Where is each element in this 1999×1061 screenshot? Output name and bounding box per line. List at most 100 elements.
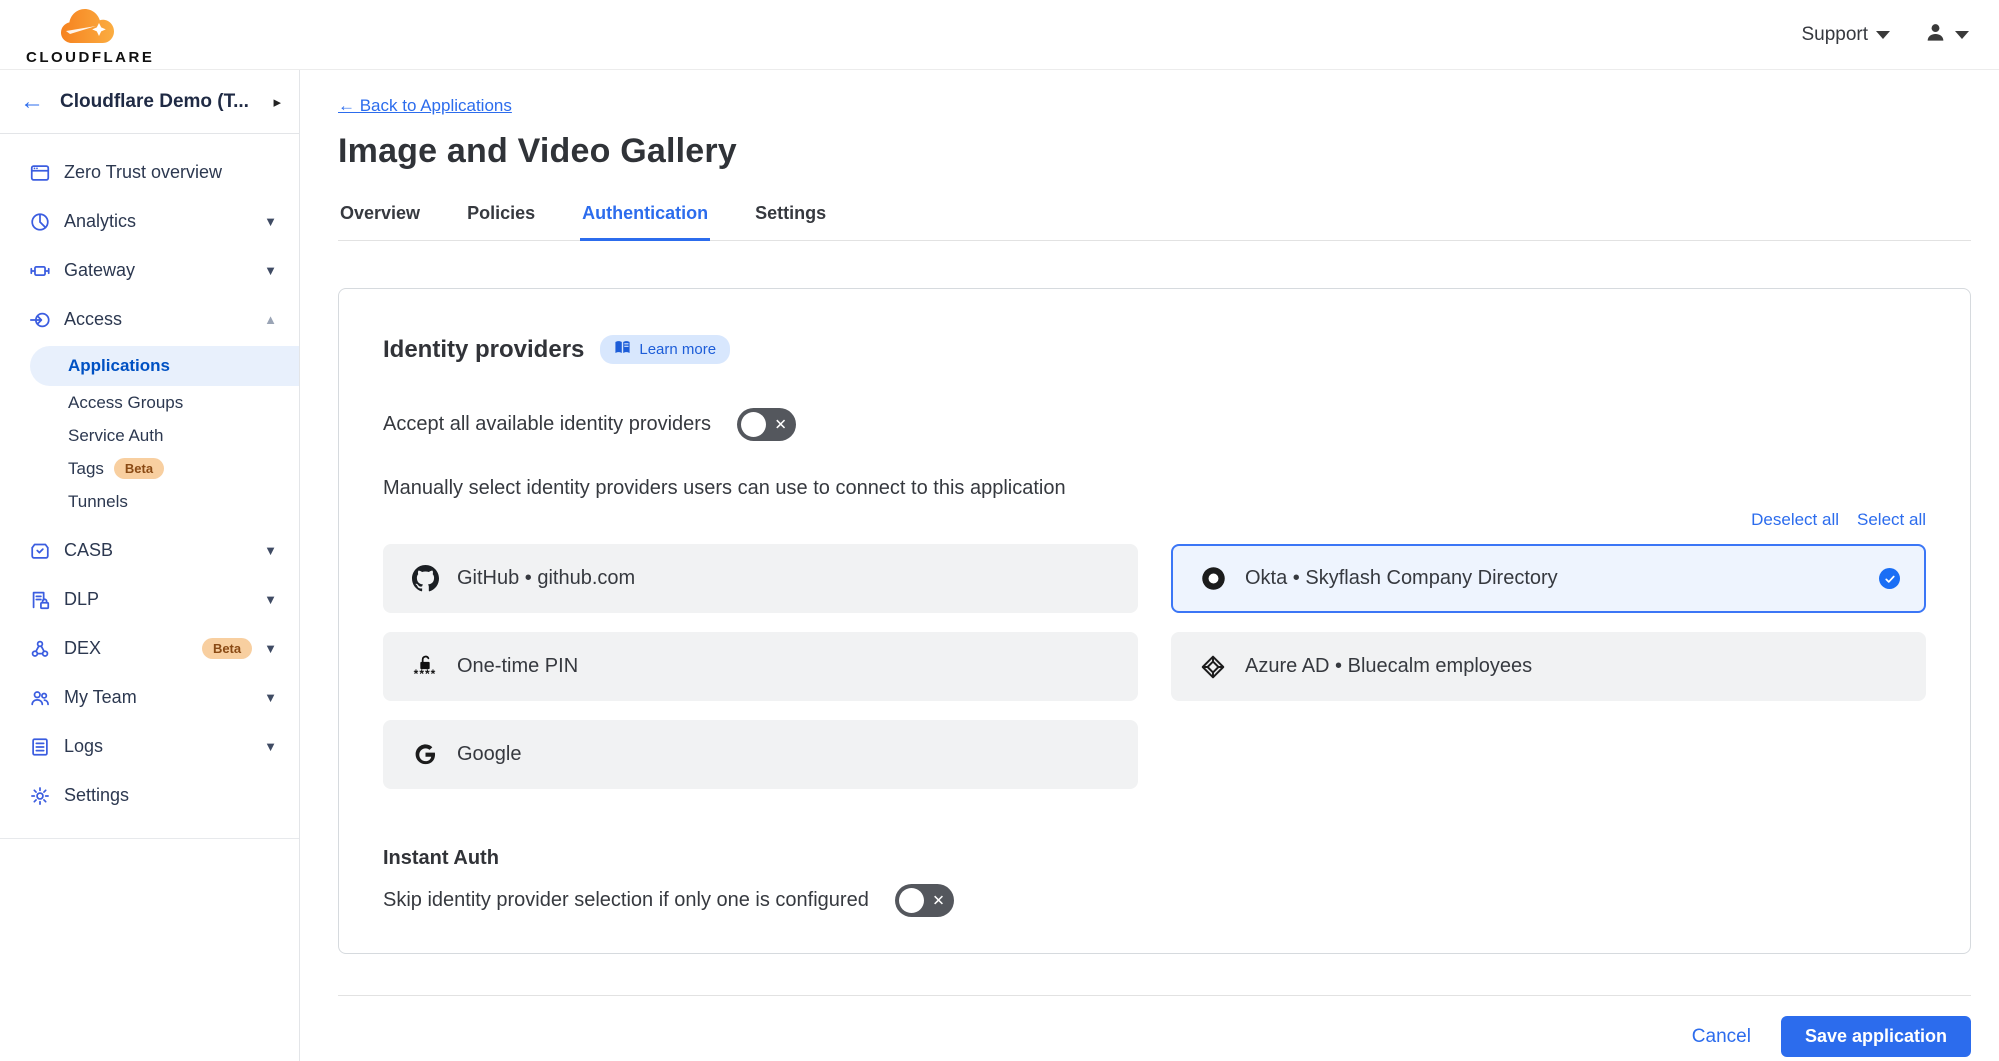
sidebar-item-my-team[interactable]: My Team ▼	[0, 673, 299, 722]
sidebar-item-label: Logs	[64, 736, 252, 757]
manual-select-label: Manually select identity providers users…	[383, 477, 1926, 500]
casb-box-check-icon	[28, 539, 52, 563]
tab-authentication[interactable]: Authentication	[580, 197, 710, 241]
pie-chart-icon	[28, 210, 52, 234]
chevron-down-icon: ▼	[264, 214, 277, 229]
user-menu[interactable]	[1924, 21, 1969, 49]
beta-badge: Beta	[114, 458, 164, 479]
otp-stars: ****	[414, 671, 437, 678]
sidebar-item-access-groups[interactable]: Access Groups	[0, 386, 299, 419]
back-arrow-icon[interactable]: ←	[20, 90, 44, 114]
idp-name: Azure AD • Bluecalm employees	[1245, 655, 1900, 678]
chevron-down-icon: ▼	[264, 592, 277, 607]
github-icon	[411, 565, 439, 592]
toggle-knob	[899, 888, 924, 913]
cloudflare-logo[interactable]: CLOUDFLARE	[26, 5, 154, 65]
logs-document-icon	[28, 735, 52, 759]
sidebar-item-label: Access Groups	[68, 393, 183, 413]
cancel-button[interactable]: Cancel	[1692, 1026, 1751, 1048]
idp-option-one-time-pin[interactable]: **** One-time PIN	[383, 632, 1138, 701]
top-bar: CLOUDFLARE Support	[0, 0, 1999, 70]
footer-actions: Cancel Save application	[338, 1016, 1971, 1057]
tab-policies[interactable]: Policies	[465, 197, 537, 241]
chevron-down-icon: ▼	[264, 263, 277, 278]
sidebar-item-tunnels[interactable]: Tunnels	[0, 485, 299, 518]
sidebar: ← Cloudflare Demo (T... ▸ Zero Trust ove…	[0, 70, 300, 1061]
account-name[interactable]: Cloudflare Demo (T...	[60, 91, 257, 113]
book-icon	[614, 340, 631, 359]
sidebar-item-zero-trust-overview[interactable]: Zero Trust overview	[0, 148, 299, 197]
support-menu[interactable]: Support	[1801, 24, 1890, 46]
sidebar-item-label: Applications	[68, 356, 170, 376]
idp-option-github[interactable]: GitHub • github.com	[383, 544, 1138, 613]
footer-divider	[338, 995, 1971, 996]
idp-option-azure-ad[interactable]: Azure AD • Bluecalm employees	[1171, 632, 1926, 701]
sidebar-item-label: DEX	[64, 638, 190, 659]
sidebar-item-label: Gateway	[64, 260, 252, 281]
sidebar-item-access[interactable]: Access ▲	[0, 295, 299, 344]
instant-auth-toggle[interactable]: ✕	[895, 884, 954, 917]
chevron-down-icon: ▼	[264, 690, 277, 705]
sidebar-item-label: Tags	[68, 459, 104, 479]
access-submenu: Applications Access Groups Service Auth …	[0, 346, 299, 518]
azure-ad-icon	[1199, 654, 1227, 680]
cloudflare-cloud-icon	[42, 5, 138, 49]
back-to-applications-link[interactable]: ← Back to Applications	[338, 96, 512, 116]
chevron-down-icon: ▼	[264, 739, 277, 754]
chevron-right-icon[interactable]: ▸	[273, 93, 281, 111]
sidebar-item-applications[interactable]: Applications	[30, 346, 299, 386]
identity-providers-card: Identity providers Learn more Accept all…	[338, 288, 1971, 954]
sidebar-item-label: Zero Trust overview	[64, 162, 277, 183]
tab-settings[interactable]: Settings	[753, 197, 828, 241]
one-time-pin-lock-icon: ****	[411, 655, 439, 678]
user-avatar-icon	[1924, 21, 1947, 49]
sidebar-item-casb[interactable]: CASB ▼	[0, 526, 299, 575]
select-all-link[interactable]: Select all	[1857, 510, 1926, 530]
idp-option-okta[interactable]: Okta • Skyflash Company Directory	[1171, 544, 1926, 613]
window-icon	[28, 161, 52, 185]
card-title: Identity providers	[383, 336, 584, 364]
sidebar-item-dlp[interactable]: DLP ▼	[0, 575, 299, 624]
idp-name: Google	[457, 743, 1112, 766]
learn-more-badge[interactable]: Learn more	[600, 335, 730, 364]
access-login-icon	[28, 308, 52, 332]
gear-icon	[28, 784, 52, 808]
sidebar-item-gateway[interactable]: Gateway ▼	[0, 246, 299, 295]
selected-check-icon	[1879, 568, 1900, 589]
page-title: Image and Video Gallery	[338, 132, 1971, 171]
sidebar-item-label: Service Auth	[68, 426, 163, 446]
tab-bar: Overview Policies Authentication Setting…	[338, 197, 1971, 241]
idp-name: Okta • Skyflash Company Directory	[1245, 567, 1861, 590]
chevron-down-icon	[1955, 31, 1969, 39]
sidebar-item-analytics[interactable]: Analytics ▼	[0, 197, 299, 246]
sidebar-item-label: Access	[64, 309, 252, 330]
accept-all-label: Accept all available identity providers	[383, 413, 711, 436]
sidebar-item-tags[interactable]: Tags Beta	[0, 452, 299, 485]
cloudflare-logo-text: CLOUDFLARE	[26, 50, 154, 65]
google-icon	[411, 742, 439, 767]
network-nodes-icon	[28, 637, 52, 661]
idp-name: GitHub • github.com	[457, 567, 1112, 590]
sidebar-item-label: Settings	[64, 785, 277, 806]
identity-provider-grid: GitHub • github.com Okta • Skyflash Comp…	[383, 544, 1926, 789]
deselect-all-link[interactable]: Deselect all	[1751, 510, 1839, 530]
chevron-down-icon	[1876, 31, 1890, 39]
accept-all-toggle[interactable]: ✕	[737, 408, 796, 441]
main-content: ← Back to Applications Image and Video G…	[300, 70, 1999, 1061]
sidebar-item-dex[interactable]: DEX Beta ▼	[0, 624, 299, 673]
sidebar-item-service-auth[interactable]: Service Auth	[0, 419, 299, 452]
gateway-icon	[28, 259, 52, 283]
sidebar-item-label: Tunnels	[68, 492, 128, 512]
toggle-off-x-icon: ✕	[932, 891, 945, 909]
tab-overview[interactable]: Overview	[338, 197, 422, 241]
sidebar-item-settings[interactable]: Settings	[0, 771, 299, 820]
toggle-off-x-icon: ✕	[774, 415, 787, 433]
chevron-down-icon: ▼	[264, 543, 277, 558]
idp-option-google[interactable]: Google	[383, 720, 1138, 789]
sidebar-item-logs[interactable]: Logs ▼	[0, 722, 299, 771]
support-label: Support	[1801, 24, 1868, 46]
beta-badge: Beta	[202, 638, 252, 659]
instant-auth-title: Instant Auth	[383, 847, 1926, 870]
save-application-button[interactable]: Save application	[1781, 1016, 1971, 1057]
toggle-knob	[741, 412, 766, 437]
